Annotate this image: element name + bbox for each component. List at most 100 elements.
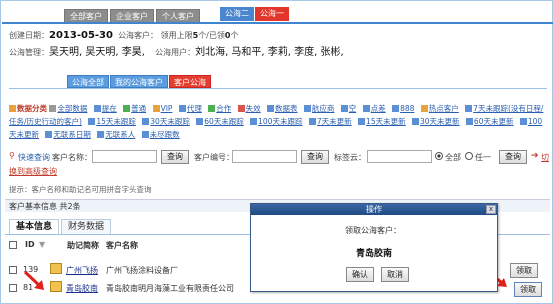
- category-link[interactable]: 数据表: [275, 104, 298, 113]
- quick-search: ⚲ 快速查询 客户名称： 查询 客户编号： 查询 标签云： 全部 任一 查询 ➔…: [9, 149, 553, 179]
- pool-tabs: 公海二 公海一: [220, 7, 289, 21]
- header-divider: [2, 22, 553, 24]
- category-icon: [519, 118, 527, 125]
- category-link[interactable]: 888: [400, 104, 414, 113]
- sort-icon[interactable]: ▼: [39, 240, 45, 249]
- category-link[interactable]: 热点客户: [429, 104, 459, 113]
- confirm-button[interactable]: 确认: [346, 267, 374, 282]
- category-link[interactable]: 点差: [371, 104, 386, 113]
- category-link[interactable]: 60天未跟踪: [204, 117, 244, 126]
- switch-icon: ➔: [531, 151, 539, 161]
- created-label: 创建日期：: [9, 31, 49, 40]
- category-icon: [45, 131, 53, 138]
- category-link[interactable]: 普通: [131, 104, 146, 113]
- tab-all-clients[interactable]: 全部客户: [64, 9, 108, 23]
- tab-basic-info[interactable]: 基本信息: [9, 219, 60, 234]
- category-icon: [88, 118, 96, 125]
- row-checkbox[interactable]: [9, 284, 17, 292]
- top-tabs: 全部客户 企业客户 个人客户: [64, 9, 200, 23]
- tab-pool-all[interactable]: 公海全部: [67, 75, 109, 88]
- category-link[interactable]: 30天未跟踪: [150, 117, 190, 126]
- query-button-name[interactable]: 查询: [161, 150, 189, 164]
- category-icon: [362, 105, 370, 112]
- claim-button[interactable]: 领取: [510, 263, 538, 278]
- subtab-divider: [9, 88, 547, 89]
- category-link[interactable]: 全部数据: [57, 104, 87, 113]
- query-button-tag[interactable]: 查询: [499, 150, 527, 164]
- category-icon: [141, 131, 149, 138]
- category-link[interactable]: 7天未更新: [317, 117, 352, 126]
- dialog-client-name: 青岛胶南: [356, 249, 393, 259]
- tab-pool-one[interactable]: 公海一: [255, 7, 289, 21]
- category-link[interactable]: 合作: [216, 104, 231, 113]
- tab-financial-data[interactable]: 财务数据: [61, 219, 112, 234]
- category-link[interactable]: 航应商: [312, 104, 335, 113]
- category-link[interactable]: 无联系人: [105, 130, 135, 139]
- users-label: 公海用户：: [155, 48, 196, 57]
- col-code: 助记简称: [67, 241, 99, 250]
- admin-names: 吴天明, 吴天明, 李昊,: [49, 47, 145, 58]
- category-icon: [152, 105, 160, 112]
- category-link[interactable]: 提在: [102, 104, 117, 113]
- advanced-link-a[interactable]: 切: [541, 152, 549, 163]
- row-name: 青岛胶南明月海藻工业有限责任公司: [106, 284, 234, 293]
- category-link[interactable]: 100天未跟踪: [258, 117, 302, 126]
- category-icon: [93, 105, 101, 112]
- row-code[interactable]: 广州飞扬: [66, 265, 98, 276]
- category-icon: [9, 105, 16, 112]
- quick-search-label: 快速查询: [18, 153, 50, 162]
- radio-any[interactable]: [465, 152, 473, 160]
- claim-button[interactable]: 领取: [514, 282, 542, 297]
- select-all-checkbox[interactable]: [9, 241, 17, 249]
- query-button-no[interactable]: 查询: [301, 150, 329, 164]
- tab-personal-clients[interactable]: 个人客户: [156, 9, 200, 23]
- category-link[interactable]: 空: [349, 104, 357, 113]
- category-icon: [420, 105, 428, 112]
- admin-label: 公海管理：: [9, 48, 49, 57]
- category-link[interactable]: 未尽跟数: [150, 130, 180, 139]
- client-name-input[interactable]: [92, 150, 157, 163]
- category-link[interactable]: 15天未更新: [366, 117, 406, 126]
- category-icon: [196, 118, 204, 125]
- dialog-message: 领取公海客户：: [345, 226, 401, 235]
- cancel-button[interactable]: 取消: [381, 267, 409, 282]
- tab-pool-two[interactable]: 公海二: [220, 7, 254, 21]
- category-icon: [392, 105, 400, 112]
- category-link[interactable]: VIP: [161, 104, 173, 113]
- col-name: 客户名称: [106, 241, 138, 250]
- client-no-input[interactable]: [232, 150, 297, 163]
- category-link[interactable]: 60天未更新: [474, 117, 514, 126]
- category-link[interactable]: 失效: [246, 104, 261, 113]
- close-icon[interactable]: x: [486, 205, 496, 214]
- tab-client-pool[interactable]: 客户公海: [169, 75, 211, 88]
- category-icon: [123, 105, 131, 112]
- client-icon: [50, 281, 62, 292]
- category-icon: [208, 105, 216, 112]
- radio-all[interactable]: [435, 152, 443, 160]
- advanced-search-link[interactable]: 换到高级查询: [9, 166, 57, 177]
- operation-dialog: 操作 x 领取公海客户： 青岛胶南 确认 取消: [250, 203, 498, 292]
- category-link[interactable]: 无联系日期: [53, 130, 91, 139]
- tab-my-pool-clients[interactable]: 我的公海客户: [110, 75, 168, 88]
- created-date: 2013-05-30: [49, 30, 113, 41]
- category-icon: [340, 105, 348, 112]
- tag-cloud-label: 标签云：: [334, 153, 366, 162]
- category-icon: [308, 118, 316, 125]
- category-icon: [178, 105, 186, 112]
- data-categories: 数据分类 全部数据 提在 普通 VIP 代理 合作 失效 数据表 航应商 空 点…: [9, 102, 547, 141]
- category-icon: [267, 105, 274, 112]
- claim-unit: 个/已领: [198, 31, 225, 40]
- tag-cloud-input[interactable]: [367, 150, 432, 163]
- pool-client-label: 公海客户：: [118, 31, 159, 40]
- category-link[interactable]: 代理: [187, 104, 202, 113]
- tab-enterprise-clients[interactable]: 企业客户: [110, 9, 154, 23]
- claim-label: 领用上限: [160, 31, 193, 40]
- category-link[interactable]: 15天未跟踪: [96, 117, 136, 126]
- pool-members-line: 公海管理：吴天明, 吴天明, 李昊, 公海用户：刘北海, 马和平, 李莉, 李度…: [9, 43, 344, 58]
- category-icon: [97, 131, 105, 138]
- col-id: ID: [25, 240, 35, 249]
- row-code[interactable]: 青岛胶南: [66, 283, 98, 294]
- category-link[interactable]: 30天未更新: [420, 117, 460, 126]
- client-no-label: 客户编号：: [194, 153, 234, 162]
- row-checkbox[interactable]: [9, 266, 17, 274]
